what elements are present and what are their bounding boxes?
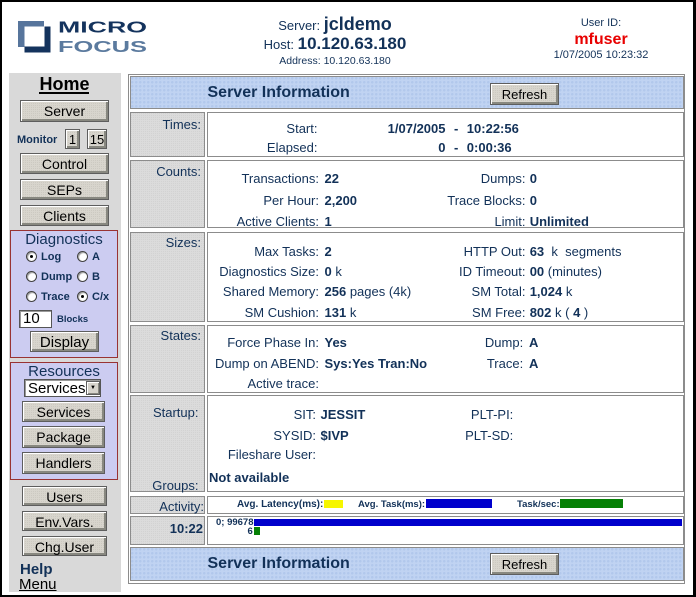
svg-text:MICRO: MICRO [58, 20, 147, 37]
